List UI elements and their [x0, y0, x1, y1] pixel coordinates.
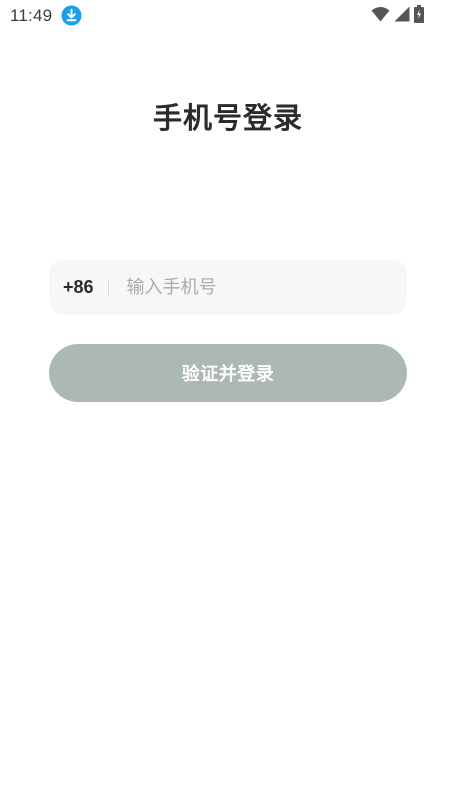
field-divider [107, 278, 109, 297]
status-icons [371, 4, 424, 27]
country-code[interactable]: +86 [63, 277, 94, 298]
phone-field: +86 [49, 260, 407, 315]
status-time: 11:49 [10, 6, 53, 25]
page-title: 手机号登录 [152, 101, 303, 135]
phone-input[interactable] [126, 260, 407, 315]
verify-login-button[interactable]: 验证并登录 [49, 344, 407, 402]
status-bar: 11:49 [0, 0, 456, 32]
wifi-icon [371, 6, 390, 26]
login-screen: 11:49 手机号登录 +86 输入手机号 验证并登录 [0, 0, 456, 811]
battery-icon [414, 4, 424, 27]
download-icon [61, 5, 82, 26]
signal-icon [394, 6, 410, 26]
